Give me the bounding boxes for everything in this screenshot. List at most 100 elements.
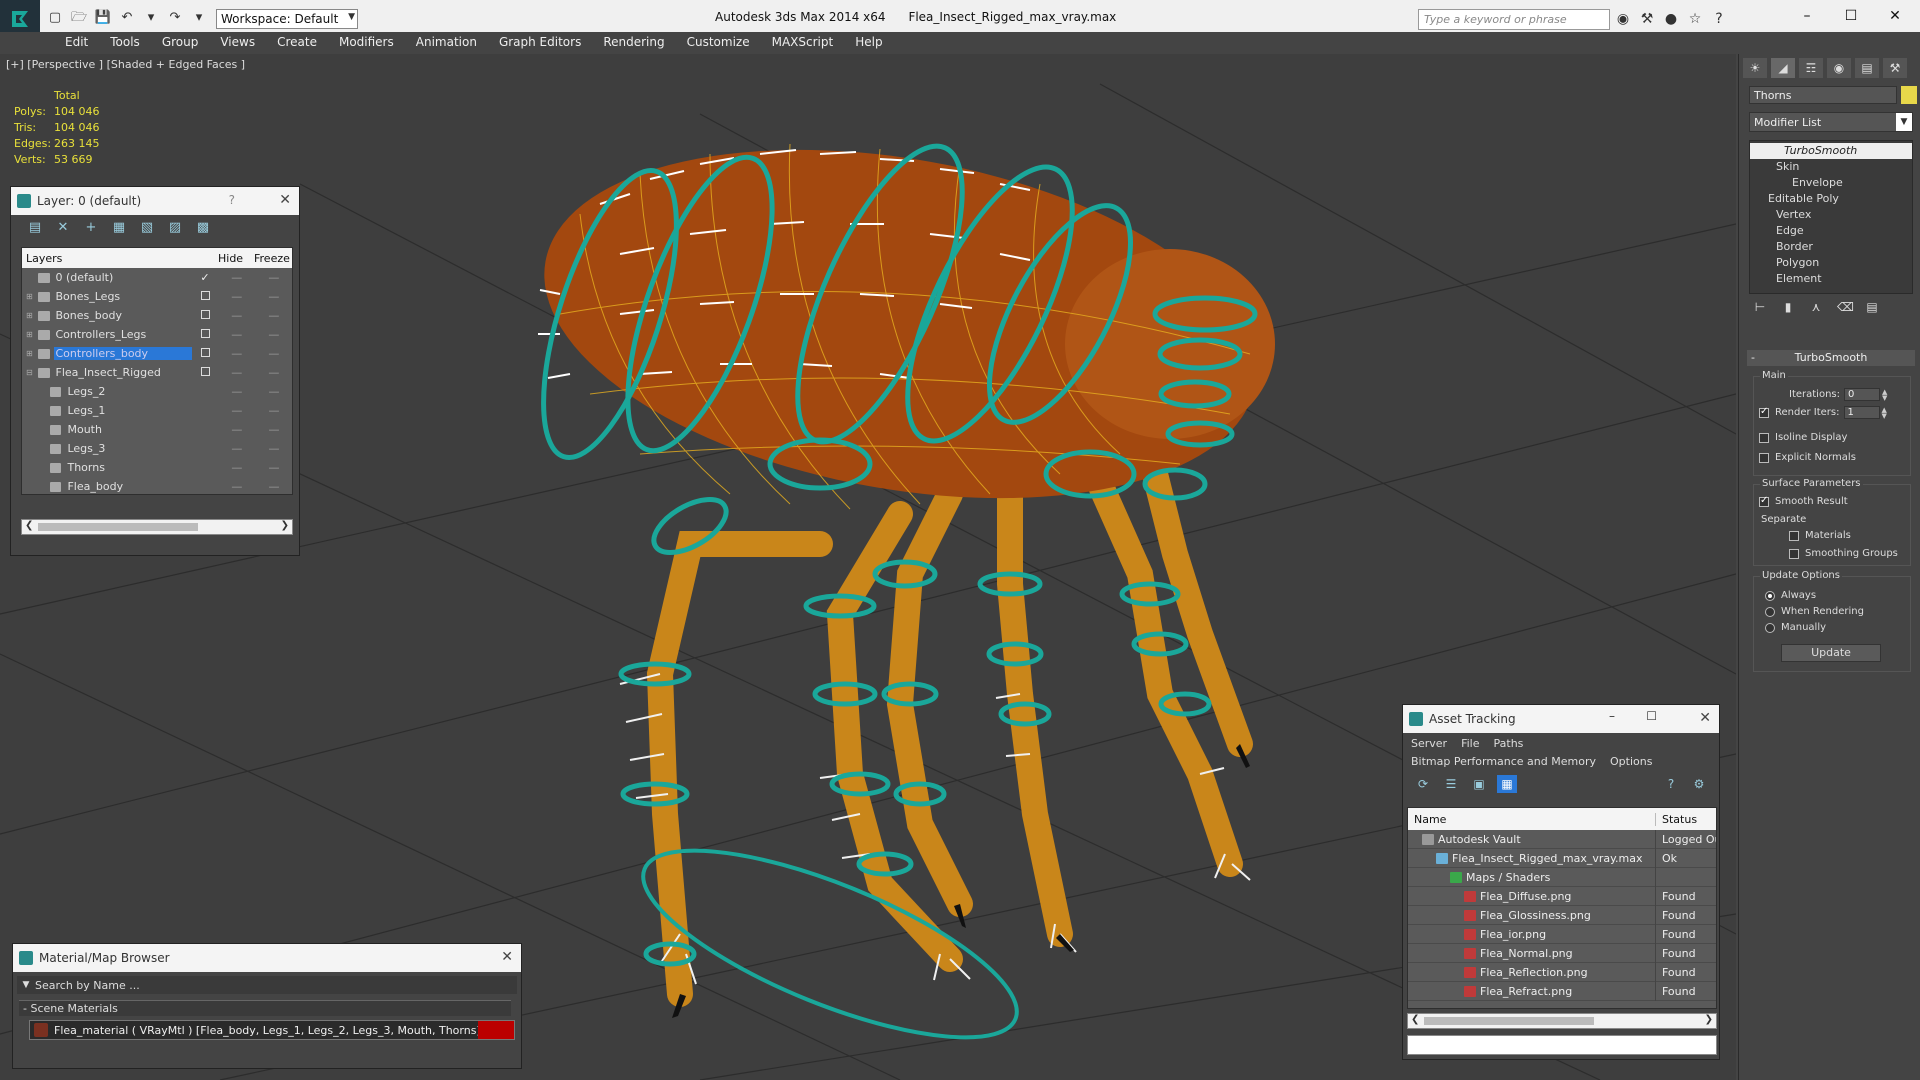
hide-toggle[interactable]: —	[218, 461, 255, 474]
menu-create[interactable]: Create	[266, 32, 328, 54]
highlight-layer-icon[interactable]: ▧	[137, 219, 157, 237]
menu-paths[interactable]: Paths	[1494, 737, 1524, 751]
save-file-icon[interactable]: 💾	[94, 10, 112, 26]
menu-file[interactable]: File	[1461, 737, 1479, 751]
asset-row[interactable]: Flea_Diffuse.png Found	[1408, 886, 1716, 906]
expand-toggle-icon[interactable]: ⊞	[26, 292, 36, 301]
display-tab-icon[interactable]: ▤	[1855, 58, 1879, 78]
tools-icon[interactable]: ⚒	[1638, 10, 1656, 28]
menu-help[interactable]: Help	[844, 32, 893, 54]
menu-maxscript[interactable]: MAXScript	[761, 32, 845, 54]
hide-toggle[interactable]: —	[218, 385, 255, 398]
help-button[interactable]: ?	[229, 193, 235, 207]
modifier-stack-item[interactable]: Polygon	[1750, 255, 1912, 271]
modifier-stack-item[interactable]: Vertex	[1750, 207, 1912, 223]
isoline-checkbox[interactable]	[1759, 432, 1769, 443]
scrollbar-thumb[interactable]	[1424, 1017, 1594, 1025]
render-iters-checkbox[interactable]	[1759, 406, 1769, 418]
hide-toggle[interactable]: —	[218, 480, 255, 493]
search-input[interactable]: Type a keyword or phrase	[1418, 9, 1610, 30]
layer-row[interactable]: Thorns — —	[22, 458, 292, 477]
minimize-icon[interactable]: –	[1609, 709, 1615, 723]
menu-group[interactable]: Group	[151, 32, 210, 54]
asset-row[interactable]: Flea_Refract.png Found	[1408, 981, 1716, 1001]
make-unique-icon[interactable]: ⋏	[1809, 300, 1823, 320]
hide-toggle[interactable]: —	[218, 309, 255, 322]
layer-row[interactable]: 0 (default) ✓ — —	[22, 268, 292, 287]
freeze-all-icon[interactable]: ▩	[193, 219, 213, 237]
freeze-toggle[interactable]: —	[255, 423, 292, 436]
configure-sets-icon[interactable]: ▤	[1865, 300, 1879, 320]
modifier-stack-item[interactable]: TurboSmooth	[1750, 143, 1912, 159]
settings-icon[interactable]: ⚙	[1689, 775, 1709, 793]
menu-rendering[interactable]: Rendering	[592, 32, 675, 54]
smoothing-groups-checkbox[interactable]	[1789, 548, 1799, 559]
menu-modifiers[interactable]: Modifiers	[328, 32, 405, 54]
asset-row[interactable]: Maps / Shaders	[1408, 867, 1716, 887]
menu-bitmap-performance[interactable]: Bitmap Performance and Memory	[1411, 755, 1596, 769]
remove-modifier-icon[interactable]: ⌫	[1837, 300, 1854, 320]
select-objects-icon[interactable]: ▦	[109, 219, 129, 237]
object-color-swatch[interactable]	[1901, 86, 1917, 104]
modifier-stack-item[interactable]: Edge	[1750, 223, 1912, 239]
hide-toggle[interactable]: —	[218, 404, 255, 417]
current-layer-cell[interactable]	[192, 309, 217, 322]
list-view-icon[interactable]: ☰	[1441, 775, 1461, 793]
column-layers[interactable]: Layers	[22, 252, 188, 265]
close-icon[interactable]: ✕	[501, 949, 513, 965]
scroll-left-icon[interactable]: ❮	[25, 520, 33, 531]
freeze-toggle[interactable]: —	[255, 404, 292, 417]
layer-row[interactable]: Legs_2 — —	[22, 382, 292, 401]
modifier-stack-item[interactable]: Element	[1750, 271, 1912, 287]
current-layer-cell[interactable]	[192, 290, 217, 303]
set-current-box[interactable]	[200, 291, 210, 300]
update-button[interactable]: Update	[1781, 644, 1881, 662]
table-view-icon[interactable]: ▦	[1497, 775, 1517, 793]
asset-tracking-header[interactable]: Asset Tracking – ☐ ✕	[1403, 705, 1719, 733]
hide-toggle[interactable]: —	[218, 271, 255, 284]
freeze-toggle[interactable]: —	[255, 385, 292, 398]
asset-row[interactable]: Flea_Glossiness.png Found	[1408, 905, 1716, 925]
freeze-toggle[interactable]: —	[255, 309, 292, 322]
binoculars-icon[interactable]: ◉	[1614, 10, 1632, 28]
hide-toggle[interactable]: —	[218, 366, 255, 379]
when-rendering-radio[interactable]	[1765, 606, 1775, 617]
column-freeze[interactable]: Freeze	[254, 252, 290, 265]
menu-options[interactable]: Options	[1610, 755, 1652, 769]
layer-row[interactable]: Legs_1 — —	[22, 401, 292, 420]
layer-row[interactable]: ⊞ Bones_Legs — —	[22, 287, 292, 306]
add-to-layer-icon[interactable]: +	[81, 219, 101, 237]
layer-row[interactable]: Mouth — —	[22, 420, 292, 439]
layer-row[interactable]: Flea_body — —	[22, 477, 292, 496]
render-iters-spinner[interactable]: 1	[1843, 406, 1880, 419]
freeze-toggle[interactable]: —	[255, 290, 292, 303]
layer-row[interactable]: ⊞ Controllers_body — —	[22, 344, 292, 363]
star-icon[interactable]: ☆	[1686, 10, 1704, 28]
turbosmooth-rollout-header[interactable]: - TurboSmooth	[1747, 350, 1915, 366]
user-icon[interactable]: ●	[1662, 10, 1680, 28]
column-hide[interactable]: Hide	[218, 252, 254, 265]
help-icon[interactable]: ?	[1710, 10, 1728, 28]
menu-animation[interactable]: Animation	[405, 32, 488, 54]
show-end-result-icon[interactable]: ▮	[1781, 300, 1795, 320]
create-tab-icon[interactable]: ☀	[1743, 58, 1767, 78]
undo-icon[interactable]: ↶	[118, 10, 136, 26]
scroll-right-icon[interactable]: ❯	[281, 520, 289, 531]
minimize-button[interactable]: –	[1790, 4, 1824, 28]
hide-toggle[interactable]: —	[218, 442, 255, 455]
layer-row[interactable]: Legs_3 — —	[22, 439, 292, 458]
expand-toggle-icon[interactable]: ⊞	[26, 349, 36, 358]
current-layer-cell[interactable]	[192, 366, 217, 379]
asset-row[interactable]: Flea_ior.png Found	[1408, 924, 1716, 944]
scroll-right-icon[interactable]: ❯	[1705, 1014, 1713, 1025]
hide-toggle[interactable]: —	[218, 328, 255, 341]
manually-radio[interactable]	[1765, 622, 1775, 633]
iterations-spinner[interactable]: 0	[1844, 388, 1880, 401]
set-current-box[interactable]	[200, 367, 210, 376]
set-current-box[interactable]	[200, 310, 210, 319]
menu-views[interactable]: Views	[209, 32, 266, 54]
menu-tools[interactable]: Tools	[99, 32, 151, 54]
scroll-left-icon[interactable]: ❮	[1411, 1014, 1419, 1025]
freeze-toggle[interactable]: —	[255, 328, 292, 341]
freeze-toggle[interactable]: —	[255, 347, 292, 360]
